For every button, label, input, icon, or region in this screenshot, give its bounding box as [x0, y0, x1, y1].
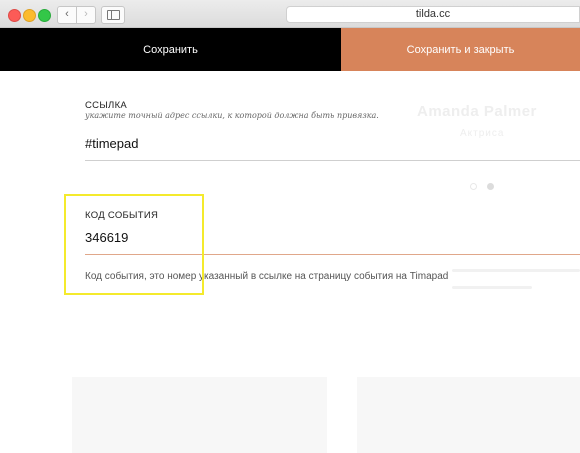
slider-dot — [470, 183, 477, 190]
sidebar-toggle-button[interactable] — [101, 6, 125, 24]
address-bar[interactable]: tilda.cc — [286, 6, 580, 23]
background-card — [357, 377, 580, 453]
background-subtitle: Актриса — [460, 128, 505, 139]
browser-toolbar: ‹ › tilda.cc — [0, 0, 580, 28]
save-and-close-button[interactable]: Сохранить и закрыть — [341, 28, 580, 71]
background-card — [72, 377, 327, 453]
link-label: ССЫЛКА — [85, 100, 128, 111]
link-hint: укажите точный адрес ссылки, к которой д… — [85, 111, 379, 120]
forward-button[interactable]: › — [76, 6, 96, 24]
background-text-line — [452, 269, 580, 272]
background-title: Amanda Palmer — [417, 103, 537, 120]
sidebar-icon — [107, 10, 120, 20]
link-input-underline — [85, 160, 580, 161]
chevron-right-icon: › — [84, 8, 88, 20]
link-input[interactable]: #timepad — [85, 136, 138, 151]
maximize-window-button[interactable] — [38, 9, 51, 22]
back-button[interactable]: ‹ — [57, 6, 77, 24]
close-window-button[interactable] — [8, 9, 21, 22]
save-button[interactable]: Сохранить — [0, 28, 341, 71]
highlight-frame — [64, 194, 204, 295]
slider-dot-active — [487, 183, 494, 190]
background-text-line — [452, 286, 532, 289]
chevron-left-icon: ‹ — [65, 8, 69, 20]
minimize-window-button[interactable] — [23, 9, 36, 22]
